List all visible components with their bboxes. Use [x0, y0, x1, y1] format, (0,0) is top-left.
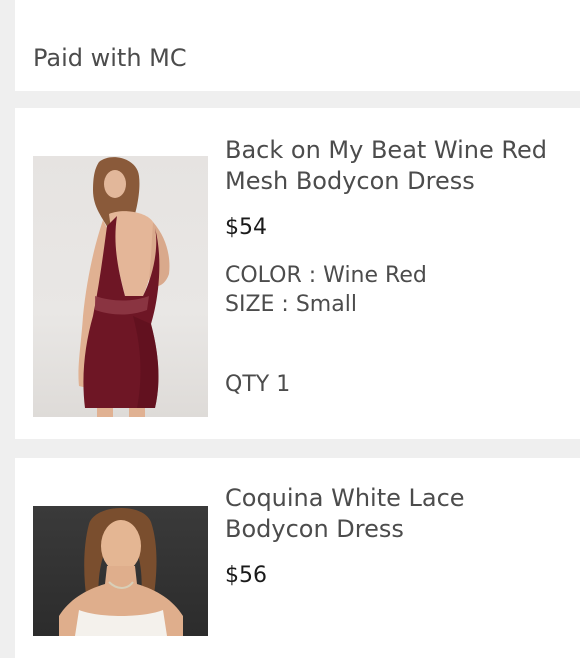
payment-card: Paid with MC [15, 0, 580, 91]
product-attributes: COLOR : Wine Red SIZE : Small [225, 261, 570, 319]
product-info: Coquina White Lace Bodycon Dress $56 [225, 483, 570, 591]
size-value: Small [295, 292, 357, 317]
product-title[interactable]: Back on My Beat Wine Red Mesh Bodycon Dr… [225, 135, 570, 197]
order-item-card[interactable]: Back on My Beat Wine Red Mesh Bodycon Dr… [15, 108, 580, 439]
product-title-line: Coquina White Lace [225, 484, 465, 512]
color-value: Wine Red [323, 263, 427, 288]
product-image[interactable] [33, 156, 208, 417]
qty-label: QTY [225, 372, 270, 397]
color-attribute: COLOR : Wine Red [225, 263, 427, 288]
white-lace-dress-photo-icon [59, 507, 183, 636]
product-info: Back on My Beat Wine Red Mesh Bodycon Dr… [225, 135, 570, 319]
wine-red-dress-photo-icon [78, 157, 170, 417]
color-label: COLOR [225, 263, 302, 288]
size-attribute: SIZE : Small [225, 292, 357, 317]
product-price: $54 [225, 215, 267, 240]
product-title-line: Bodycon Dress [225, 515, 404, 543]
product-image[interactable] [33, 506, 208, 636]
product-title-line: Mesh Bodycon Dress [225, 167, 475, 195]
qty-value: 1 [276, 372, 291, 397]
size-label: SIZE [225, 292, 275, 317]
product-title[interactable]: Coquina White Lace Bodycon Dress [225, 483, 570, 545]
product-price: $56 [225, 563, 267, 588]
quantity: QTY 1 [225, 370, 290, 400]
payment-method-label: Paid with MC [33, 44, 187, 72]
order-item-card[interactable]: Coquina White Lace Bodycon Dress $56 [15, 458, 580, 658]
product-title-line: Back on My Beat Wine Red [225, 136, 548, 164]
